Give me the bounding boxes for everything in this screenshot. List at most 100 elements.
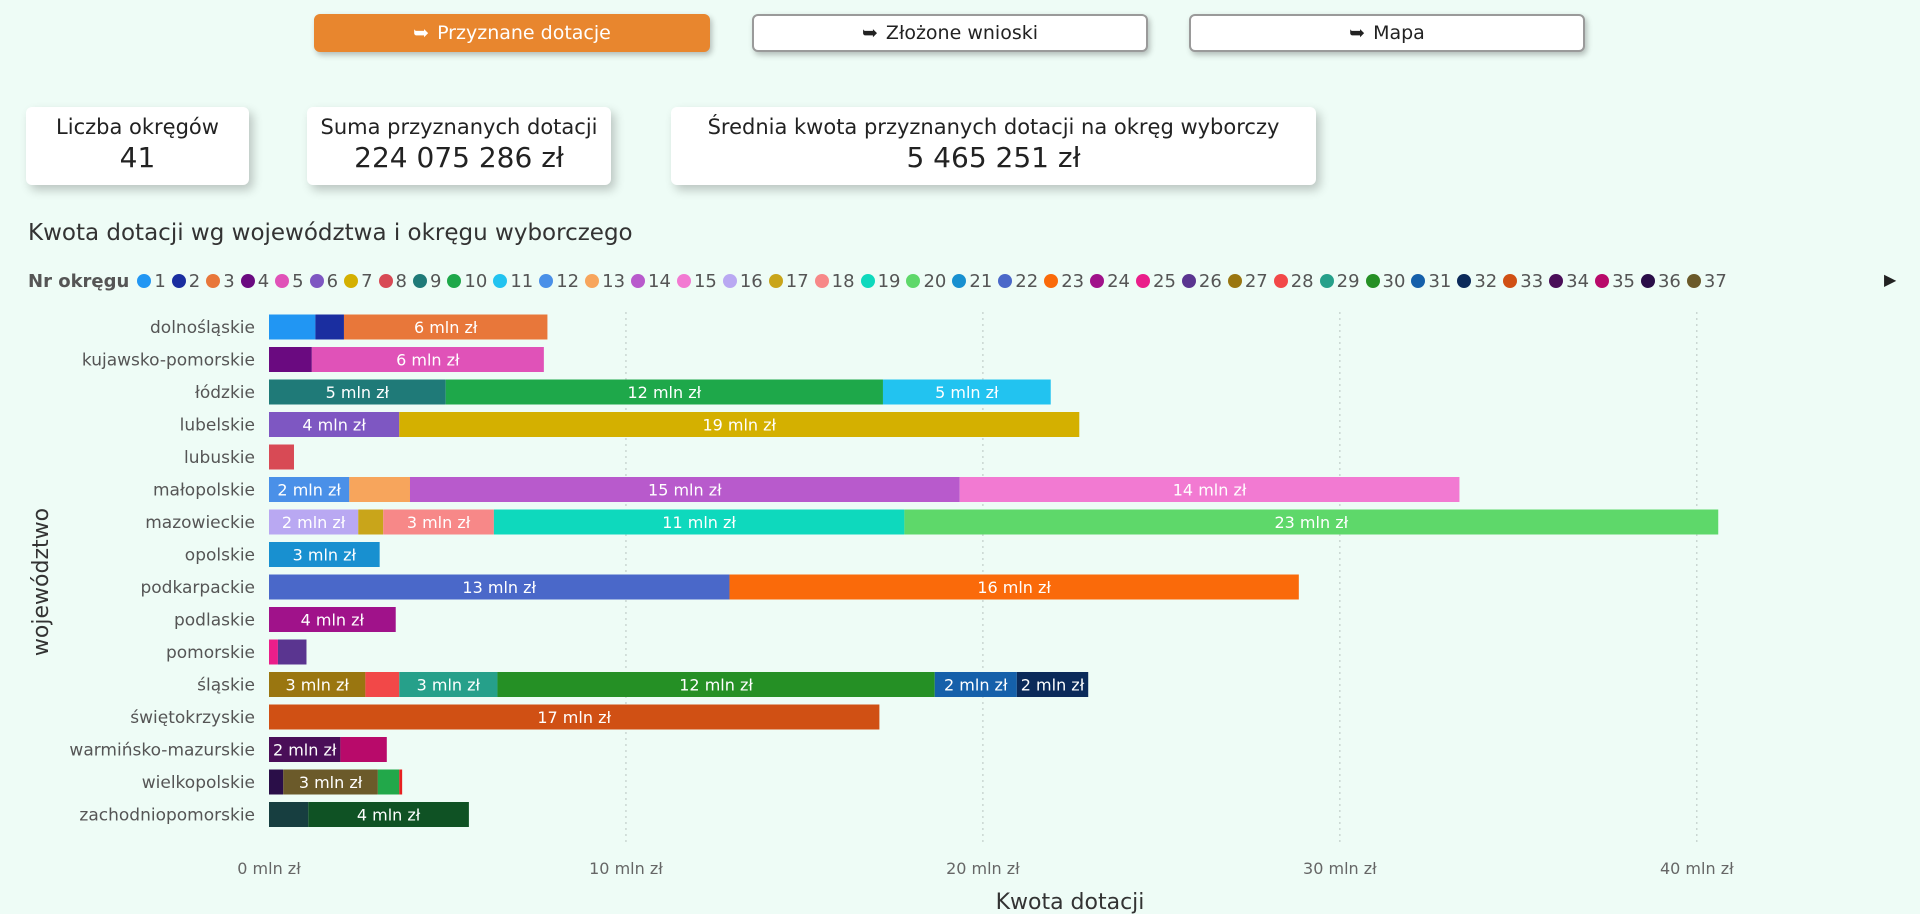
legend-item-9[interactable]: 9 [412, 271, 441, 292]
legend-item-11[interactable]: 11 [493, 271, 533, 292]
legend-item-33[interactable]: 33 [1503, 271, 1543, 292]
legend-swatch [378, 274, 393, 288]
bar-segment[interactable] [277, 639, 307, 665]
kpi-value: 5 465 251 zł [906, 141, 1081, 174]
stacked-bar-chart: 0 mln zł 10 mln zł 20 mln zł 30 mln zł 40 ml… [29, 312, 1734, 914]
data-label: 6 mln zł [396, 351, 460, 370]
y-axis-title: województwo [29, 508, 54, 656]
legend-item-4[interactable]: 4 [240, 271, 269, 292]
data-label: 13 mln zł [462, 578, 536, 597]
legend-label: 7 [361, 270, 373, 292]
legend-item-37[interactable]: 37 [1686, 271, 1727, 292]
bar-segment[interactable] [269, 444, 294, 470]
y-category-label: lubuskie [184, 448, 255, 468]
tab-mapa[interactable]: ➥ Mapa [1189, 14, 1585, 52]
legend-label: 21 [969, 270, 993, 292]
y-category-label: łódzkie [195, 383, 255, 403]
data-label: 14 mln zł [1173, 481, 1247, 500]
legend-item-2[interactable]: 2 [171, 271, 200, 292]
legend-item-8[interactable]: 8 [378, 271, 407, 292]
y-category-label: dolnośląskie [150, 318, 255, 338]
legend-item-35[interactable]: 35 [1595, 271, 1635, 292]
legend-swatch [631, 274, 646, 288]
legend-item-12[interactable]: 12 [539, 271, 579, 292]
legend-item-3[interactable]: 3 [206, 270, 235, 292]
data-label: 12 mln zł [628, 383, 702, 402]
legend-item-5[interactable]: 5 [275, 271, 304, 292]
bar-segment[interactable] [315, 314, 344, 340]
bar-segment[interactable] [269, 769, 284, 795]
kpi-label: Liczba okręgów [56, 115, 219, 139]
legend-item-31[interactable]: 31 [1411, 271, 1451, 292]
legend-swatch [309, 274, 324, 288]
legend-item-7[interactable]: 7 [344, 270, 373, 292]
arrow-icon: ➥ [1349, 22, 1366, 44]
legend-item-17[interactable]: 17 [768, 271, 809, 292]
legend-item-18[interactable]: 18 [814, 271, 855, 292]
legend-item-21[interactable]: 21 [952, 271, 992, 292]
legend-label: 29 [1336, 270, 1360, 292]
bar-segment[interactable] [349, 477, 410, 502]
x-tick-label: 40 mln zł [1660, 859, 1734, 878]
bar-segment[interactable] [269, 347, 312, 372]
bar-segment[interactable] [358, 509, 384, 535]
bar-segment[interactable] [269, 802, 309, 827]
data-label: 11 mln zł [662, 513, 736, 532]
y-category-label: lubelskie [180, 416, 255, 436]
y-category-label: mazowieckie [145, 513, 255, 533]
kpi-card-average-grant: Średnia kwota przyznanych dotacji na okr… [671, 107, 1316, 185]
legend-item-28[interactable]: 28 [1273, 271, 1314, 292]
y-category-label: małopolskie [153, 481, 255, 501]
bar-segment[interactable] [377, 769, 400, 795]
tab-zlozone-wnioski[interactable]: ➥ Złożone wnioski [752, 14, 1148, 52]
tab-przyznane-dotacje[interactable]: ➥ Przyznane dotacje [314, 14, 710, 52]
bar-segment[interactable] [269, 314, 316, 340]
legend-item-16[interactable]: 16 [722, 271, 763, 292]
legend-label: 3 [223, 270, 235, 292]
legend-item-34[interactable]: 34 [1549, 271, 1589, 292]
legend-item-29[interactable]: 29 [1319, 270, 1360, 292]
legend-swatch [1640, 274, 1655, 288]
legend-item-36[interactable]: 36 [1640, 270, 1681, 292]
kpi-card-district-count: Liczba okręgów 41 [26, 107, 249, 185]
legend-item-13[interactable]: 13 [585, 271, 625, 292]
data-label: 5 mln zł [326, 383, 390, 402]
x-tick-label: 0 mln zł [237, 859, 301, 878]
legend-swatch [1411, 274, 1426, 288]
legend-swatch [493, 274, 508, 288]
legend-label: 12 [556, 270, 580, 292]
y-category-label: podlaskie [174, 611, 255, 631]
legend-label: 13 [602, 270, 626, 292]
legend-item-26[interactable]: 26 [1181, 271, 1222, 292]
legend-label: 14 [648, 270, 671, 292]
bar-segment[interactable] [269, 639, 278, 665]
tab-label: Przyznane dotacje [437, 22, 611, 44]
legend-item-27[interactable]: 27 [1227, 271, 1268, 292]
legend-label: 30 [1382, 270, 1406, 292]
legend-item-32[interactable]: 32 [1457, 271, 1497, 292]
legend-item-14[interactable]: 14 [631, 271, 671, 292]
bar-segment[interactable] [399, 769, 403, 795]
legend-swatch [1181, 274, 1196, 288]
legend-label: 15 [693, 270, 717, 292]
legend-item-24[interactable]: 24 [1090, 271, 1130, 292]
legend-item-15[interactable]: 15 [676, 270, 717, 292]
legend-item-1[interactable]: 1 [137, 271, 166, 292]
bar-segment[interactable] [340, 737, 387, 762]
legend-item-25[interactable]: 25 [1136, 271, 1176, 292]
legend-item-22[interactable]: 22 [998, 271, 1038, 292]
legend-item-20[interactable]: 20 [906, 271, 946, 292]
legend-swatch [585, 274, 600, 288]
legend-label: 36 [1657, 270, 1681, 292]
legend-item-23[interactable]: 23 [1044, 271, 1084, 292]
legend-swatch [275, 274, 290, 288]
y-category-label: wielkopolskie [142, 773, 255, 793]
legend-swatch [412, 274, 427, 288]
legend-item-19[interactable]: 19 [860, 271, 900, 292]
bar-segment[interactable] [365, 672, 400, 697]
legend-item-30[interactable]: 30 [1365, 270, 1406, 292]
legend-item-10[interactable]: 10 [447, 271, 487, 292]
legend-item-6[interactable]: 6 [309, 271, 338, 292]
legend-next-arrow[interactable]: ▶ [1884, 270, 1896, 289]
kpi-label: Suma przyznanych dotacji [320, 115, 598, 139]
